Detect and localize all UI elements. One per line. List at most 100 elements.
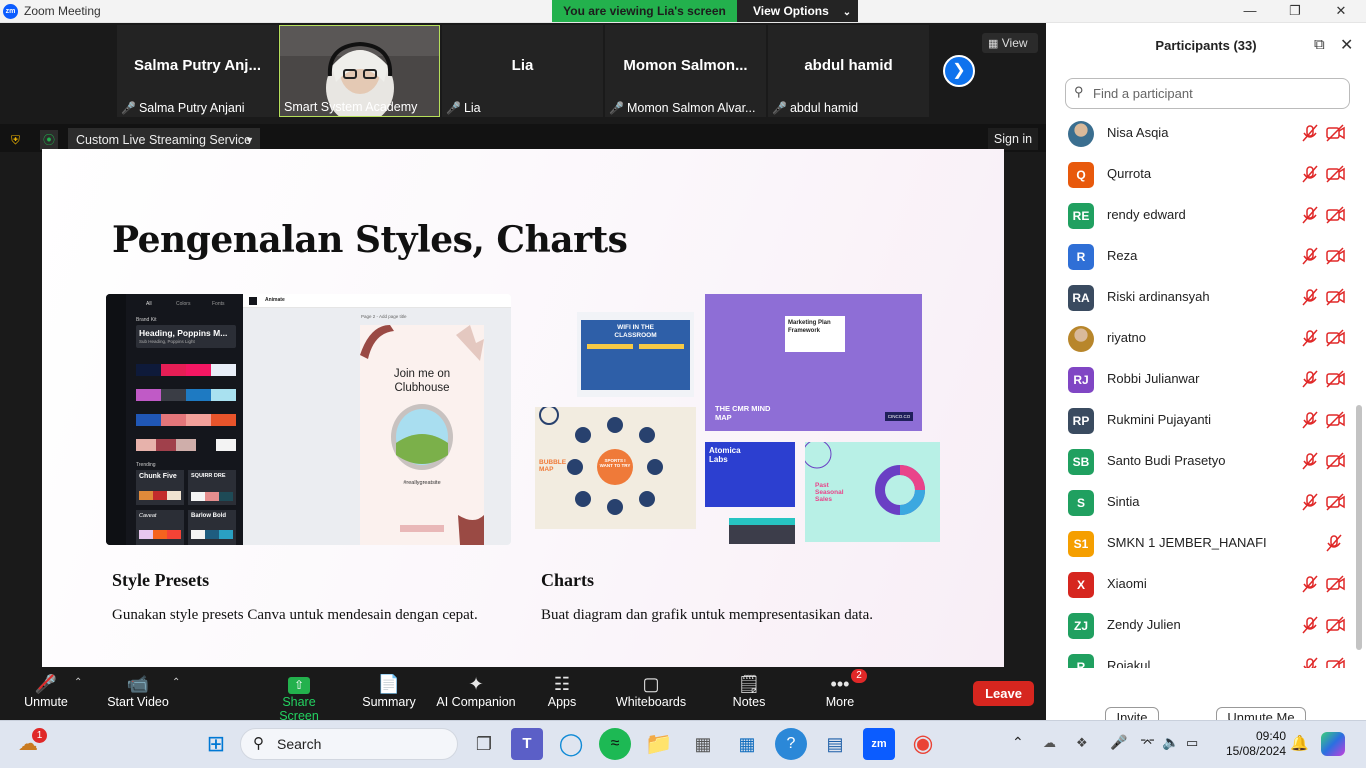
brand-kit-label: Brand Kit [136,317,157,323]
volume-icon[interactable]: 🔈 [1162,734,1179,751]
minimize-button[interactable]: — [1238,2,1262,20]
pop-out-icon[interactable]: ⧉ [1314,36,1325,53]
start-video-button[interactable]: 📹 Start Video [102,667,174,720]
participant-row[interactable]: ZJ Zendy Julien [1046,605,1356,646]
video-off-icon[interactable] [1325,328,1345,348]
tile-label: 🎤 Salma Putry Anjani [121,101,245,115]
chevron-up-icon[interactable]: ⌃ [74,677,82,688]
mic-muted-icon[interactable] [1301,328,1319,348]
mic-muted-icon[interactable] [1301,410,1319,430]
close-button[interactable]: ✕ [1329,2,1353,20]
video-tile[interactable]: Salma Putry Anj... 🎤 Salma Putry Anjani [117,25,278,117]
share-screen-button[interactable]: ⇧ Share Screen [262,667,336,723]
sign-in-button[interactable]: Sign in [988,128,1038,150]
shield-icon[interactable]: ⛨ [11,133,25,147]
start-icon[interactable]: ⊞ [200,728,232,760]
participant-row[interactable]: SB Santo Budi Prasetyo [1046,441,1356,482]
video-off-icon[interactable] [1325,369,1345,389]
store-icon[interactable]: ▦ [731,728,763,760]
view-button[interactable]: ▦ View [982,33,1038,53]
leave-button[interactable]: Leave [973,681,1034,706]
participant-row[interactable]: S Sintia [1046,482,1356,523]
taskbar-search[interactable]: ⚲ Search [240,728,458,760]
mic-muted-icon[interactable] [1301,123,1319,143]
video-off-icon[interactable] [1325,123,1345,143]
sports-title: SPORTS I WANT TO TRY [599,458,631,468]
participant-row[interactable]: RE rendy edward [1046,195,1356,236]
dropbox-icon[interactable]: ❖ [1076,735,1088,751]
video-tile[interactable]: abdul hamid 🎤 abdul hamid [768,25,929,117]
participant-row[interactable]: R Reza [1046,236,1356,277]
chevron-up-icon[interactable]: ⌃ [1012,734,1024,751]
video-off-icon[interactable] [1325,246,1345,266]
video-off-icon[interactable] [1325,205,1345,225]
participant-row[interactable]: RJ Robbi Julianwar [1046,359,1356,400]
video-off-icon[interactable] [1325,574,1345,594]
next-page-arrow-icon[interactable]: ❯ [943,55,975,87]
copilot-icon[interactable] [1321,732,1345,756]
video-off-icon[interactable] [1325,451,1345,471]
clock[interactable]: 09:40 15/08/2024 [1220,729,1286,759]
participant-row[interactable]: S1 SMKN 1 JEMBER_HANAFI [1046,523,1356,564]
mic-muted-icon[interactable] [1301,574,1319,594]
notes-button[interactable]: 🗒 Notes [726,667,772,720]
zoom-icon[interactable]: zm [863,728,895,760]
mic-muted-icon[interactable] [1301,451,1319,471]
view-options-button[interactable]: View Options ⌄ [737,0,858,22]
mic-icon[interactable]: 🎤 [1110,734,1127,751]
mic-muted-icon[interactable] [1301,164,1319,184]
teams-icon[interactable]: T [511,728,543,760]
mic-muted-icon[interactable] [1301,492,1319,512]
ai-companion-button[interactable]: ✦ AI Companion [434,667,518,720]
apps-button[interactable]: ☷ Apps [540,667,584,720]
participant-search-input[interactable]: Find a participant [1065,78,1350,109]
participant-row[interactable]: riyatno [1046,318,1356,359]
live-stream-icon[interactable]: ⦿ [40,130,58,150]
mic-muted-icon[interactable] [1301,246,1319,266]
bubble-title: BUBBLE MAP [539,459,567,473]
mic-muted-icon[interactable] [1301,205,1319,225]
mic-muted-icon[interactable] [1301,656,1319,668]
wifi-icon[interactable]: ⌤ [1140,735,1155,751]
spotify-icon[interactable]: ≈ [599,728,631,760]
participant-row[interactable]: RP Rukmini Pujayanti [1046,400,1356,441]
task-view-icon[interactable]: ❐ [468,728,500,760]
summary-button[interactable]: 📄 Summary [360,667,418,720]
video-tile[interactable]: Lia 🎤 Lia [442,25,603,117]
news-icon[interactable]: ▤ [819,728,851,760]
video-off-icon: 📹 [126,674,150,694]
chrome-icon[interactable]: ◉ [907,728,939,760]
participant-row[interactable]: Q Qurrota [1046,154,1356,195]
unmute-button[interactable]: 🎤 Unmute [18,667,74,720]
video-off-icon[interactable] [1325,410,1345,430]
video-off-icon[interactable] [1325,492,1345,512]
whiteboards-button[interactable]: ▢ Whiteboards [612,667,690,720]
video-tile-active[interactable]: Smart System Academy [279,25,440,117]
chevron-up-icon[interactable]: ⌃ [172,677,180,688]
video-off-icon[interactable] [1325,615,1345,635]
edge-icon[interactable]: ◯ [555,728,587,760]
video-off-icon[interactable] [1325,287,1345,307]
video-off-icon[interactable] [1325,656,1345,668]
restore-button[interactable]: ❐ [1283,2,1307,20]
participant-row[interactable]: R Rojakul [1046,646,1356,668]
avatar: RP [1068,408,1094,434]
video-tile[interactable]: Momon Salmon... 🎤 Momon Salmon Alvar... [605,25,766,117]
close-panel-icon[interactable]: ✕ [1340,35,1353,55]
calculator-icon[interactable]: ▦ [687,728,719,760]
help-icon[interactable]: ? [775,728,807,760]
mic-muted-icon[interactable] [1325,533,1343,553]
participant-row[interactable]: X Xiaomi [1046,564,1356,605]
mic-muted-icon[interactable] [1301,369,1319,389]
participant-row[interactable]: RA Riski ardinansyah [1046,277,1356,318]
file-explorer-icon[interactable]: 📁 [643,728,675,760]
scrollbar[interactable] [1356,405,1362,650]
notification-icon[interactable]: 🔔 [1290,734,1309,752]
mic-muted-icon[interactable] [1301,615,1319,635]
video-off-icon[interactable] [1325,164,1345,184]
cloud-off-icon[interactable]: ☁ [1043,735,1056,751]
mic-muted-icon[interactable] [1301,287,1319,307]
battery-icon[interactable]: ▭ [1186,735,1198,751]
notes-icon: 🗒 [737,674,761,694]
participant-row[interactable]: Nisa Asqia [1046,115,1356,154]
